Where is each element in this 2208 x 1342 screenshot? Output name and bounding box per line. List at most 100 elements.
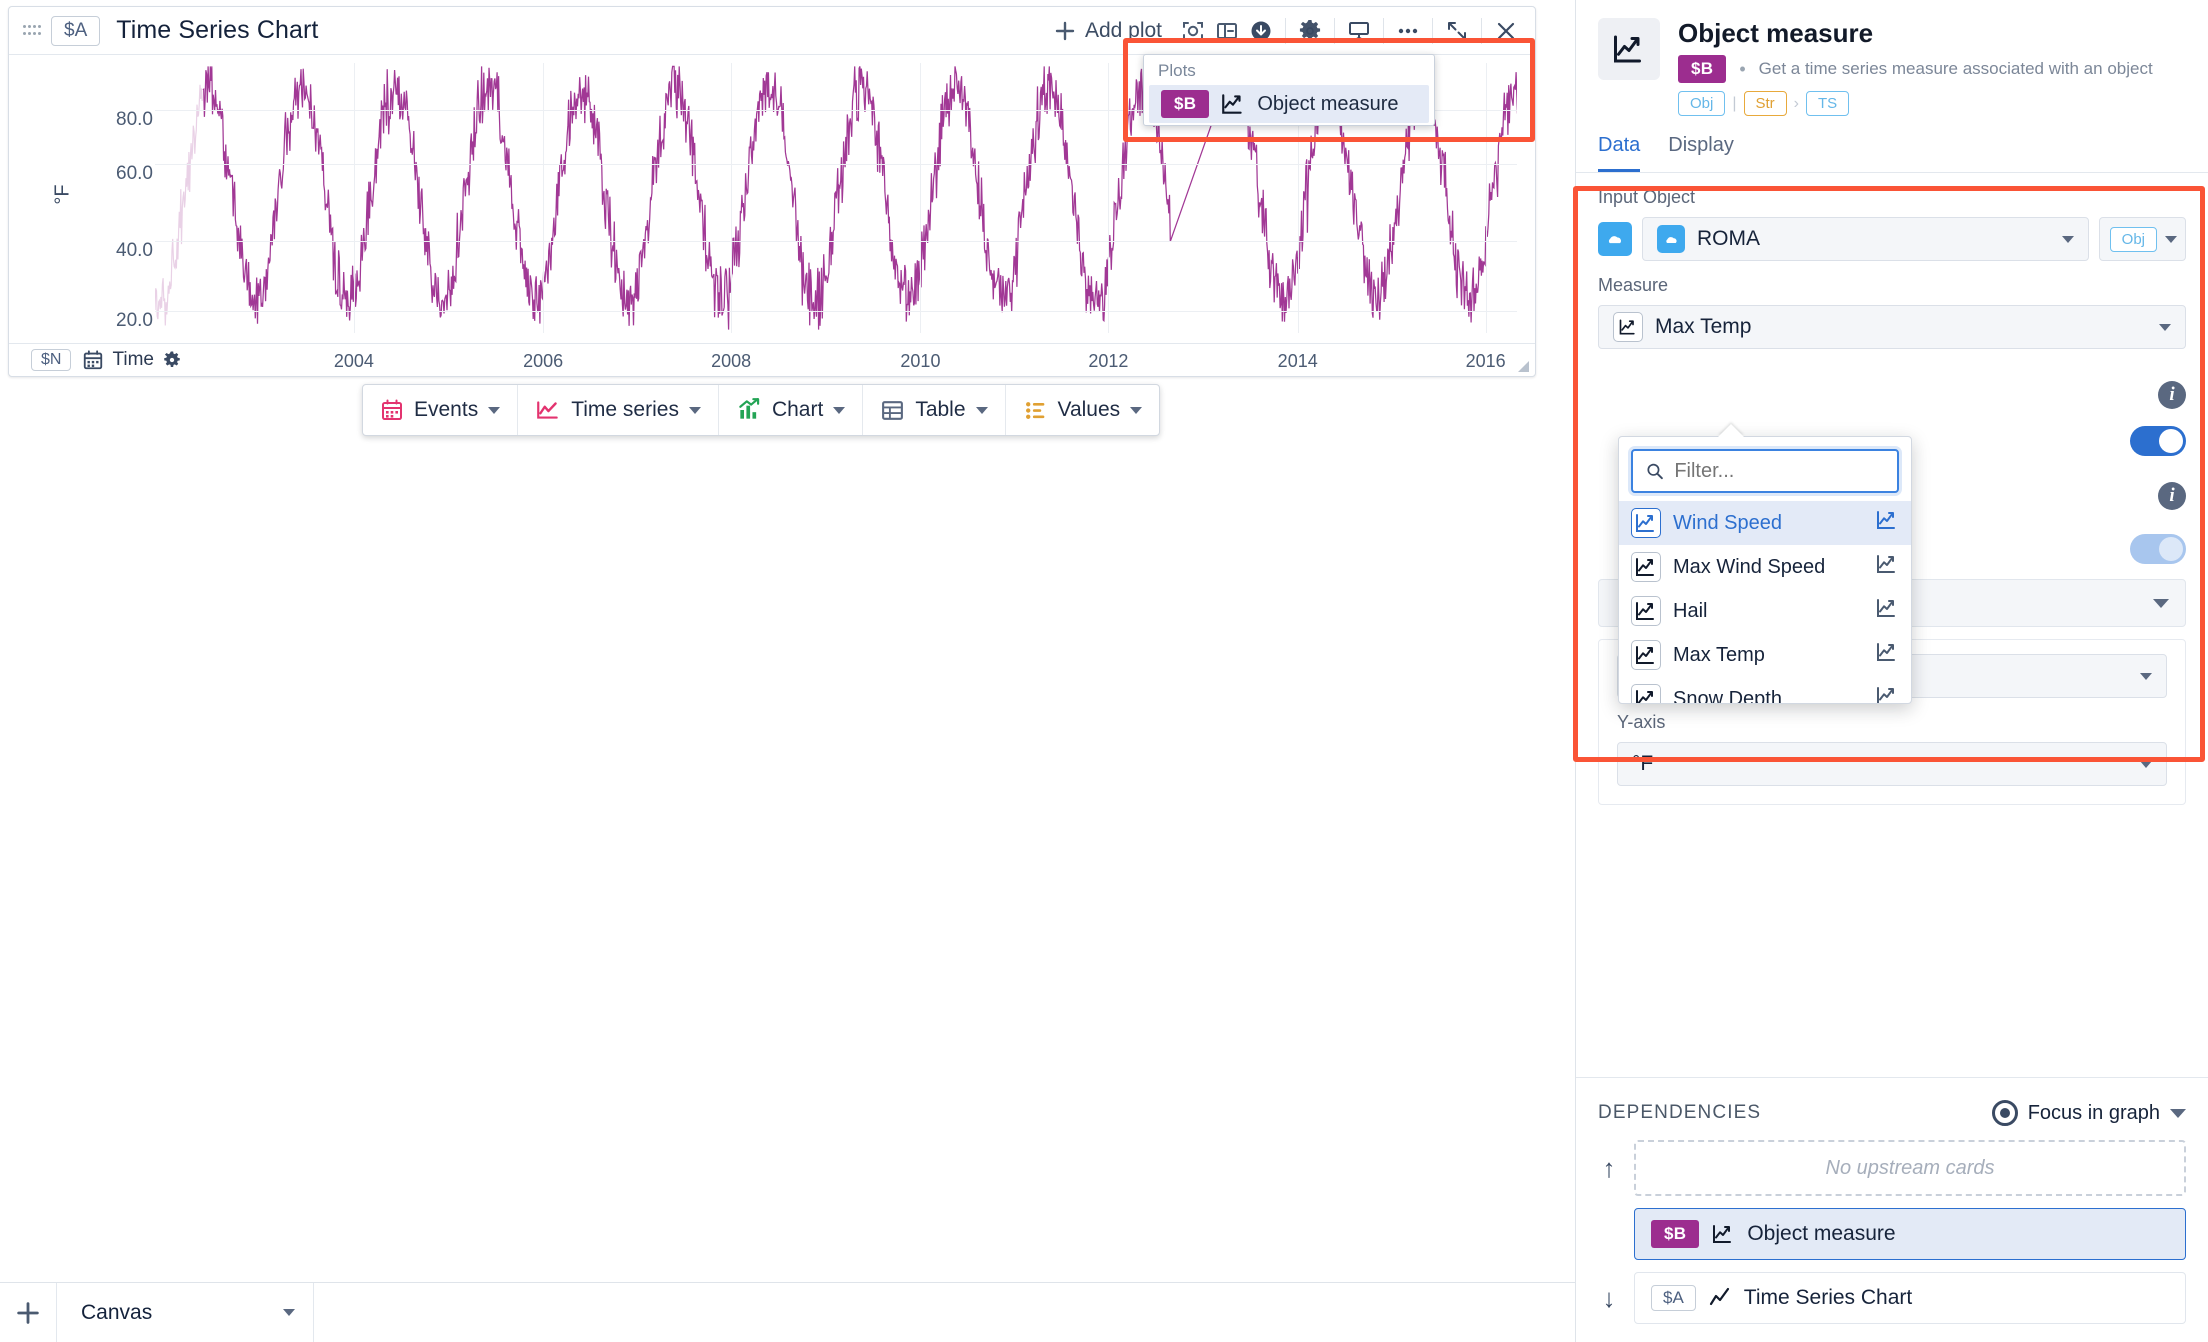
plots-popup-item[interactable]: $B Object measure	[1149, 85, 1429, 123]
drag-handle-icon[interactable]	[23, 22, 41, 40]
measure-icon	[1631, 508, 1661, 538]
upstream-row: ↑ No upstream cards	[1576, 1140, 2208, 1208]
more-icon[interactable]	[1391, 14, 1425, 48]
toolbar-separator	[1432, 17, 1433, 44]
bullet-separator: •	[1739, 58, 1746, 79]
cloud-icon	[1657, 225, 1685, 253]
focus-in-graph-button[interactable]: Focus in graph	[1991, 1100, 2186, 1126]
input-object-select[interactable]: ROMA	[1642, 217, 2089, 261]
dropdown-item[interactable]: Max Wind Speed	[1619, 545, 1911, 589]
info-icon[interactable]: i	[2158, 381, 2186, 409]
measure-icon	[1631, 684, 1661, 703]
time-ref-badge[interactable]: $N	[31, 349, 72, 371]
measure-icon	[1598, 18, 1660, 80]
linechart-icon	[1709, 1287, 1729, 1306]
type-chip-obj: Obj	[1678, 91, 1726, 116]
toggle-switch-on[interactable]	[2130, 426, 2186, 456]
dependencies-title: DEPENDENCIES	[1598, 1102, 1762, 1123]
dropdown-item[interactable]: Max Temp	[1619, 633, 1911, 677]
chevron-down-icon	[833, 406, 846, 414]
resize-handle[interactable]	[1516, 359, 1530, 373]
upstream-empty-label: No upstream cards	[1634, 1140, 2186, 1196]
y-tick: 40.0	[116, 240, 153, 261]
arrow-down-icon: ↓	[1602, 1282, 1616, 1313]
x-tick: 2008	[711, 351, 752, 371]
input-object-section: Input Object ROMA Obj	[1576, 173, 2208, 261]
dep-card-label: Object measure	[1747, 1222, 1896, 1245]
card-header: $A Time Series Chart Add plot	[9, 7, 1535, 55]
toolbar-item-time-series[interactable]: Time series	[518, 385, 719, 435]
chevron-down-icon[interactable]	[2159, 323, 2171, 331]
toolbar-label-time-series: Time series	[571, 398, 679, 421]
filter-box[interactable]	[1631, 449, 1899, 493]
y-axis-unit-select[interactable]: °F	[1617, 742, 2167, 786]
x-tick: 2010	[900, 351, 941, 371]
toolbar-item-events[interactable]: Events	[363, 385, 519, 435]
info-icon[interactable]: i	[2158, 482, 2186, 510]
dependency-card-downstream[interactable]: $A Time Series Chart	[1634, 1272, 2186, 1324]
measure-select[interactable]: Max Temp	[1598, 305, 2186, 349]
toolbar-separator	[1481, 17, 1482, 44]
filter-input[interactable]	[1674, 459, 1885, 483]
dep-ref-badge: $B	[1651, 1220, 1700, 1248]
plots-popup: Plots $B Object measure	[1143, 54, 1435, 126]
dependency-card-current[interactable]: $B Object measure	[1634, 1208, 2186, 1260]
chevron-down-icon[interactable]	[283, 1309, 295, 1316]
measure-icon	[1631, 640, 1661, 670]
measure-icon	[1613, 312, 1643, 342]
measure-icon	[1636, 558, 1654, 576]
dropdown-filter-wrap	[1619, 437, 1911, 501]
presentation-icon[interactable]	[1342, 14, 1376, 48]
input-object-type-pill[interactable]: Obj	[2098, 217, 2186, 261]
dropdown-item[interactable]: Snow Depth	[1619, 677, 1911, 703]
toolbar-item-table[interactable]: Table	[863, 385, 1006, 435]
toolbar-item-chart[interactable]: Chart	[719, 385, 864, 435]
chevron-down-icon[interactable]	[2165, 235, 2177, 243]
table-icon	[882, 400, 904, 420]
gear-icon[interactable]	[1293, 14, 1327, 48]
tab-display[interactable]: Display	[1668, 134, 1734, 172]
panel-split-icon[interactable]	[1210, 14, 1244, 48]
toolbar-separator	[1285, 17, 1286, 44]
toolbar-label-table: Table	[915, 398, 966, 421]
toggle-switch-off[interactable]	[2130, 534, 2186, 564]
add-plot-button[interactable]: Add plot	[1054, 19, 1162, 43]
toolbar-label-events: Events	[414, 398, 479, 421]
dropdown-item[interactable]: Wind Speed	[1619, 501, 1911, 545]
input-object-label: Input Object	[1598, 187, 1696, 207]
cloud-icon	[1598, 222, 1632, 256]
add-canvas-button[interactable]	[0, 1299, 56, 1327]
measure-icon	[1877, 555, 1895, 573]
toolbar-item-values[interactable]: Values	[1006, 385, 1160, 435]
type-separator: |	[1732, 94, 1737, 112]
bar-chart-icon	[739, 398, 760, 419]
dropdown-item-label: Wind Speed	[1673, 511, 1782, 534]
card-ref-badge[interactable]: $A	[51, 15, 101, 46]
chevron-down-icon[interactable]	[2061, 235, 2074, 243]
measure-dropdown: Wind Speed Max Wind Speed Hail Max Temp …	[1618, 436, 1912, 704]
x-axis-ticks: 2004 2006 2008 2010 2012 2014 2016	[155, 344, 1517, 376]
dropdown-item[interactable]: Hail	[1619, 589, 1911, 633]
chevron-down-icon[interactable]	[2140, 760, 2152, 768]
timeseries-icon	[537, 401, 558, 419]
type-chip-obj: Obj	[2109, 226, 2157, 252]
toolbar-separator	[1334, 17, 1335, 44]
y-tick: 60.0	[116, 163, 153, 184]
canvas-tab[interactable]: Canvas	[56, 1282, 314, 1342]
x-tick: 2014	[1277, 351, 1318, 371]
measure-icon	[1636, 602, 1654, 620]
chevron-down-icon[interactable]	[2170, 1108, 2186, 1118]
chevron-down-icon	[488, 406, 501, 414]
expand-icon[interactable]	[1440, 14, 1474, 48]
close-icon[interactable]	[1489, 14, 1523, 48]
chevron-down-icon	[2153, 598, 2169, 608]
panel-tabs: Data Display	[1576, 116, 2208, 173]
tab-data[interactable]: Data	[1598, 134, 1641, 172]
dep-card-label: Time Series Chart	[1743, 1286, 1913, 1309]
bottom-bar: Canvas	[0, 1282, 1575, 1342]
chevron-down-icon[interactable]	[2140, 672, 2152, 680]
reframe-icon[interactable]	[1176, 14, 1210, 48]
download-icon[interactable]	[1244, 14, 1278, 48]
measure-icon	[1222, 94, 1243, 114]
plus-icon	[17, 1301, 39, 1324]
